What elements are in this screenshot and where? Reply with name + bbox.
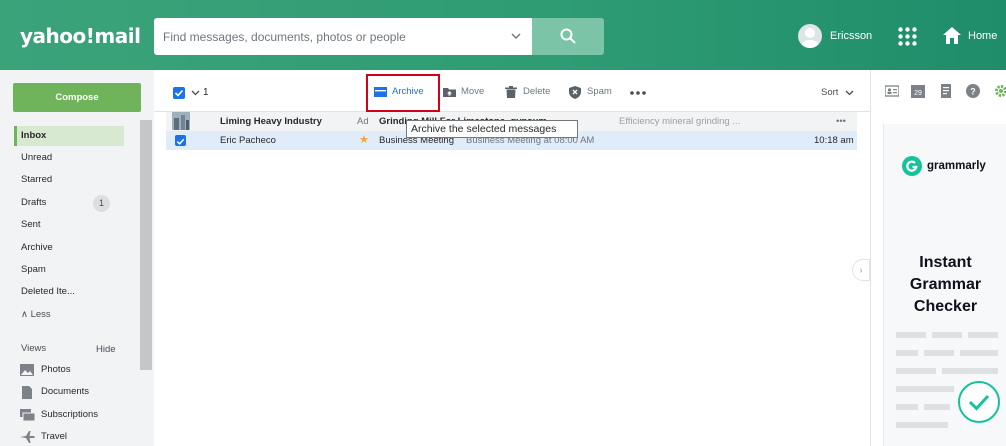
- plane-icon: [20, 431, 35, 443]
- views-heading: Views: [21, 343, 47, 354]
- decor-line: [896, 368, 936, 374]
- sidebar-item-unread[interactable]: Unread: [14, 148, 124, 168]
- decor-line: [896, 404, 918, 410]
- sidebar-item-photos[interactable]: Photos: [20, 361, 140, 379]
- sidebar-item-travel[interactable]: Travel: [20, 428, 140, 446]
- ad-sender: Liming Heavy Industry: [220, 116, 322, 127]
- trash-icon: [505, 86, 517, 98]
- chevron-down-icon[interactable]: [191, 88, 200, 97]
- decor-line: [896, 386, 954, 392]
- select-all-checkbox[interactable]: [173, 87, 185, 99]
- ad-thumbnail: [172, 112, 190, 130]
- grammarly-brand: grammarly: [927, 160, 986, 172]
- grammarly-headline: Instant Grammar Checker: [884, 252, 1006, 318]
- drafts-count-badge: 1: [93, 195, 110, 212]
- decor-line: [896, 422, 948, 428]
- decor-line: [942, 368, 998, 374]
- message-sender: Eric Pacheco: [220, 135, 276, 146]
- left-sidebar: Compose Inbox Unread Starred Drafts 1 Se…: [0, 70, 154, 446]
- decor-line: [960, 350, 998, 356]
- search-input[interactable]: [154, 18, 504, 55]
- subscriptions-icon: [20, 409, 35, 421]
- yahoo-mail-logo[interactable]: yahoo!mail: [20, 24, 141, 48]
- sort-button[interactable]: Sort: [821, 87, 838, 98]
- grammarly-ad[interactable]: grammarly Instant Grammar Checker: [883, 124, 1006, 446]
- archive-tooltip: Archive the selected messages: [406, 120, 578, 138]
- star-icon[interactable]: ★: [359, 131, 369, 150]
- message-checkbox[interactable]: [175, 135, 186, 146]
- svg-text:29: 29: [914, 90, 922, 97]
- selected-count: 1: [203, 87, 209, 98]
- message-list: Liming Heavy Industry Ad Grinding Mill F…: [154, 112, 870, 446]
- home-icon[interactable]: [942, 26, 962, 45]
- message-toolbar: 1 Archive Move Delete Spam Sort: [154, 70, 870, 112]
- notepad-icon[interactable]: [939, 84, 953, 98]
- sidebar-item-label: Travel: [41, 431, 68, 442]
- message-time: 10:18 am: [814, 135, 854, 146]
- move-folder-icon: [443, 88, 456, 97]
- sidebar-item-inbox[interactable]: Inbox: [14, 126, 124, 146]
- spam-label: Spam: [587, 86, 612, 97]
- document-icon: [22, 386, 32, 399]
- user-name[interactable]: Ericsson: [830, 30, 872, 42]
- settings-gear-icon[interactable]: [994, 84, 1006, 98]
- archive-highlight-box: [366, 74, 440, 112]
- chevron-down-icon[interactable]: [510, 30, 522, 42]
- ad-label: Ad: [357, 116, 369, 127]
- more-options-icon[interactable]: [630, 91, 646, 95]
- sidebar-item-label: Photos: [41, 364, 71, 375]
- sidebar-item-documents[interactable]: Documents: [20, 383, 140, 401]
- photo-icon: [20, 364, 34, 376]
- apps-grid-icon[interactable]: [898, 27, 917, 46]
- sidebar-item-sent[interactable]: Sent: [14, 215, 124, 235]
- ad-more-icon[interactable]: •••: [836, 112, 846, 131]
- move-label: Move: [461, 86, 485, 97]
- svg-text:?: ?: [970, 87, 976, 97]
- help-icon[interactable]: ?: [966, 84, 980, 98]
- sidebar-item-subscriptions[interactable]: Subscriptions: [20, 406, 140, 424]
- calendar-icon[interactable]: 29: [911, 84, 925, 98]
- decor-line: [924, 350, 954, 356]
- compose-button[interactable]: Compose: [13, 83, 141, 112]
- headline-line-2: Grammar: [909, 276, 982, 293]
- sidebar-item-starred[interactable]: Starred: [14, 170, 124, 190]
- hide-views-link[interactable]: Hide: [96, 344, 116, 355]
- search-button[interactable]: [532, 18, 604, 55]
- less-toggle[interactable]: ∧ Less: [21, 309, 51, 320]
- shield-icon: [569, 86, 581, 99]
- collapse-rail-button[interactable]: ›: [852, 259, 870, 281]
- sidebar-item-deleted[interactable]: Deleted Ite...: [14, 282, 124, 302]
- sidebar-item-archive[interactable]: Archive: [14, 238, 124, 258]
- sidebar-item-label: Subscriptions: [41, 409, 99, 420]
- checkmark-icon: [176, 138, 185, 145]
- delete-label: Delete: [523, 86, 551, 97]
- headline-line-3: Checker: [913, 298, 978, 315]
- decor-line: [896, 350, 918, 356]
- home-link[interactable]: Home: [968, 30, 997, 42]
- chevron-down-icon[interactable]: [845, 88, 854, 97]
- decor-line: [896, 332, 926, 338]
- ad-snippet: Efficiency mineral grinding ...: [619, 116, 741, 127]
- grammarly-logo-icon: [902, 156, 922, 176]
- sidebar-item-spam[interactable]: Spam: [14, 260, 124, 280]
- search-box[interactable]: [154, 18, 532, 55]
- decor-line: [968, 332, 998, 338]
- checkmark-circle-icon: [958, 381, 1000, 423]
- sidebar-item-label: Documents: [41, 386, 90, 397]
- contacts-icon[interactable]: [885, 84, 899, 98]
- search-icon: [560, 28, 576, 44]
- checkmark-icon: [174, 89, 184, 97]
- decor-line: [932, 332, 962, 338]
- app-header: yahoo!mail Ericsson Home: [0, 0, 1006, 70]
- headline-line-1: Instant: [919, 254, 972, 271]
- avatar[interactable]: [798, 24, 822, 48]
- user-icon: [801, 28, 819, 48]
- sidebar-scrollbar[interactable]: [140, 120, 152, 370]
- decor-line: [924, 404, 950, 410]
